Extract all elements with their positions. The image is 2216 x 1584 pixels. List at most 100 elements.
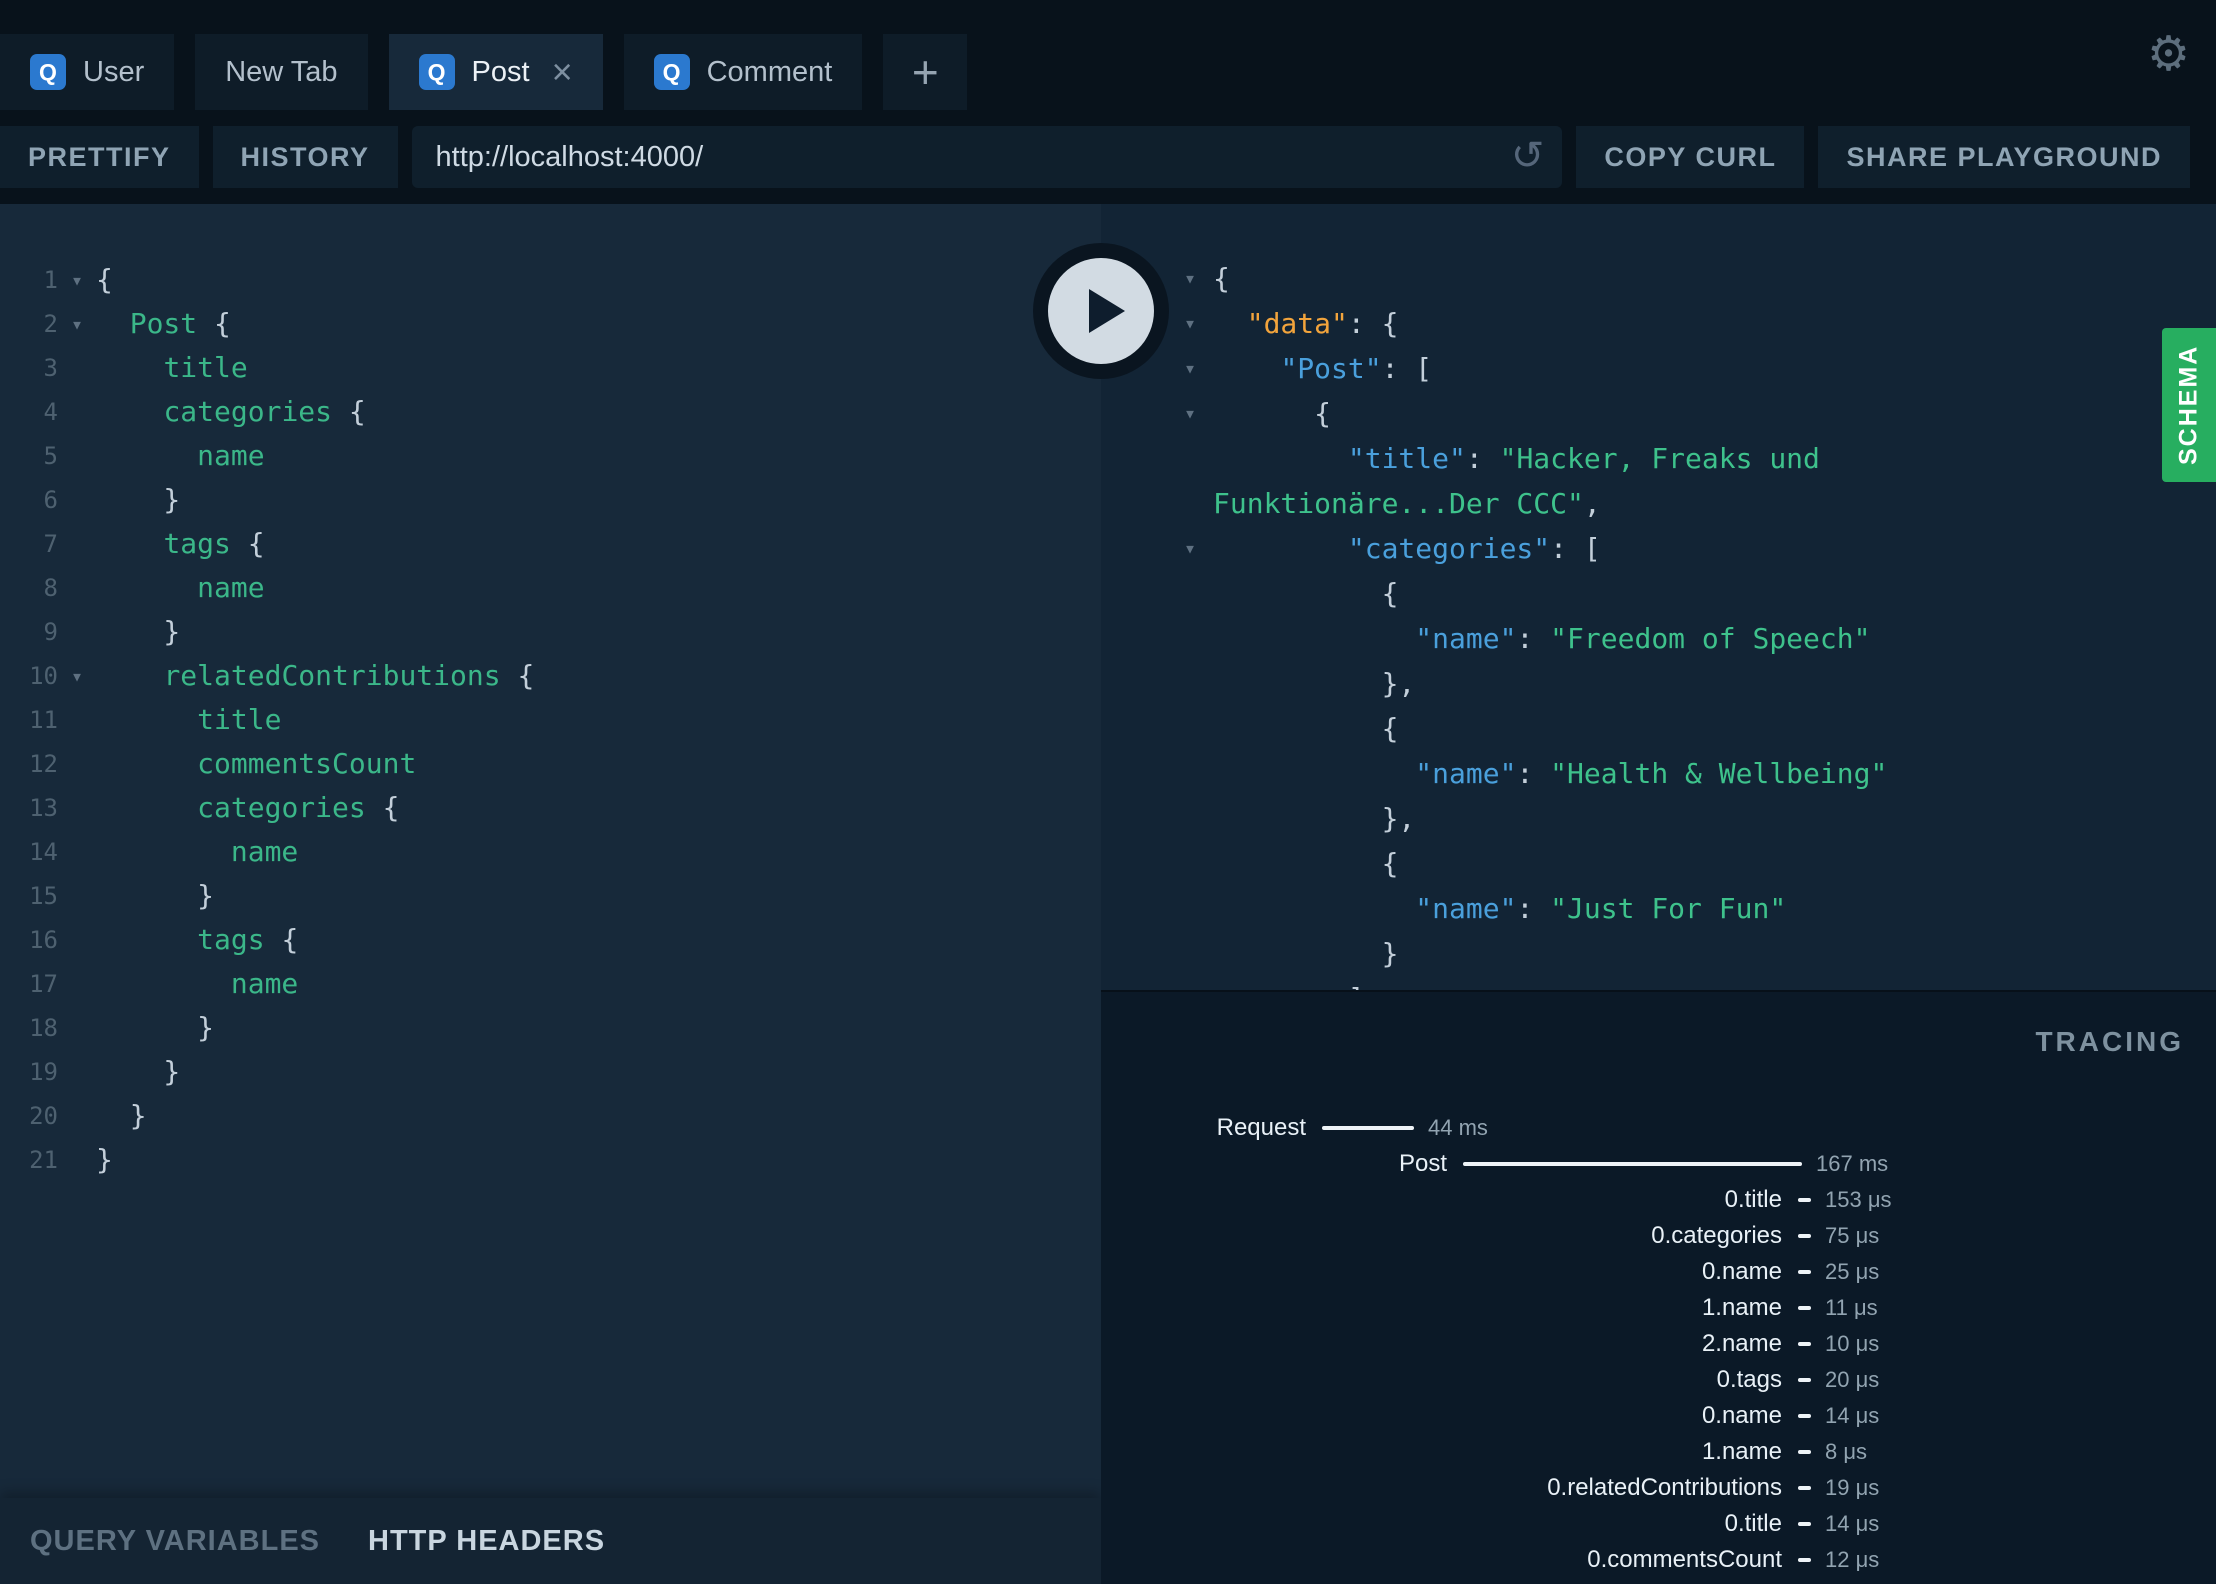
fold-arrow-icon[interactable]: ▾ [58, 654, 96, 698]
response-line: ▾{ [1101, 256, 2216, 301]
trace-row: 0.commentsCount 12 μs [1101, 1542, 2216, 1578]
response-line: "title": "Hacker, Freaks und [1101, 436, 2216, 481]
fold-arrow-icon[interactable]: ▾ [1167, 526, 1213, 571]
query-code-text: } [96, 1011, 215, 1044]
fold-arrow-icon [1167, 886, 1213, 931]
response-line: { [1101, 571, 2216, 616]
line-number: 7 [43, 530, 58, 558]
trace-label: 1.name [1701, 1294, 1782, 1321]
tab-label: User [83, 55, 145, 88]
fold-arrow-icon[interactable]: ▾ [58, 258, 96, 302]
response-pane: ▾{▾ "data": {▾ "Post": [▾ { "title": "Ha… [1101, 204, 2216, 990]
fold-arrow-icon [1167, 436, 1213, 481]
line-number: 15 [29, 882, 58, 910]
query-code-text: relatedContributions { [163, 659, 535, 692]
tab-comment[interactable]: Q Comment [623, 34, 863, 110]
trace-row: Post 167 ms [1101, 1146, 2216, 1182]
endpoint-url-input[interactable] [411, 126, 1563, 188]
response-code-text: "Post": [ [1280, 352, 1433, 385]
response-line: ▾ { [1101, 391, 2216, 436]
line-number: 20 [29, 1102, 58, 1130]
schema-side-tab[interactable]: SCHEMA [2162, 328, 2216, 482]
query-editor[interactable]: 1 ▾{2 ▾ Post {3 title 4 categories {5 name 6… [0, 204, 1101, 1498]
trace-time: 10 μs [1825, 1331, 1880, 1356]
query-code-text: Post { [129, 307, 231, 340]
play-button-circle [1048, 258, 1154, 364]
query-code-text: { [96, 263, 113, 296]
fold-arrow-icon [58, 610, 96, 654]
play-icon [1089, 289, 1125, 333]
trace-time: 14 μs [1825, 1403, 1880, 1428]
tab-new-tab[interactable]: New Tab [195, 34, 368, 110]
query-line: 8 name [0, 566, 1101, 610]
trace-label: Request [1216, 1114, 1306, 1141]
response-code-text: Funktionäre...Der CCC", [1213, 487, 1601, 520]
query-badge-icon: Q [418, 54, 455, 90]
fold-arrow-icon[interactable]: ▾ [1167, 256, 1213, 301]
response-code-text: "name": "Health & Wellbeing" [1415, 757, 1888, 790]
response-code-text: }, [1213, 667, 1416, 700]
line-number: 18 [29, 1014, 58, 1042]
fold-arrow-icon [58, 874, 96, 918]
tab-user[interactable]: Q User [0, 34, 175, 110]
fold-arrow-icon [1167, 571, 1213, 616]
right-pane: ▾{▾ "data": {▾ "Post": [▾ { "title": "Ha… [1101, 204, 2216, 1584]
trace-time: 8 μs [1825, 1439, 1868, 1464]
trace-label: 0.name [1701, 1402, 1782, 1429]
fold-arrow-icon[interactable]: ▾ [1167, 301, 1213, 346]
tab-close-icon[interactable]: × [552, 54, 573, 90]
response-line: }, [1101, 796, 2216, 841]
trace-label: 0.relatedContributions [1547, 1474, 1782, 1501]
copy-curl-button[interactable]: COPY CURL [1576, 126, 1805, 188]
response-line: ▾ "Post": [ [1101, 346, 2216, 391]
query-code-text: categories { [163, 395, 366, 428]
add-tab-button[interactable]: + [883, 34, 968, 110]
reload-icon[interactable]: ↺ [1511, 133, 1545, 179]
query-variables-tab[interactable]: QUERY VARIABLES [30, 1525, 320, 1558]
fold-arrow-icon[interactable]: ▾ [1167, 346, 1213, 391]
trace-duration-bar [1798, 1198, 1811, 1202]
history-button[interactable]: HISTORY [212, 126, 398, 188]
fold-arrow-icon[interactable]: ▾ [1167, 391, 1213, 436]
trace-row: 0.relatedContributions 19 μs [1101, 1470, 2216, 1506]
query-line: 16 tags { [0, 918, 1101, 962]
query-line: 7 tags { [0, 522, 1101, 566]
line-number: 1 [43, 266, 58, 294]
http-headers-tab[interactable]: HTTP HEADERS [368, 1525, 605, 1558]
query-code-text: categories { [197, 791, 400, 824]
trace-duration-bar [1798, 1306, 1811, 1310]
response-code-text: "name": "Freedom of Speech" [1415, 622, 1871, 655]
query-code-text: name [230, 835, 299, 868]
query-code-text: name [230, 967, 299, 1000]
query-line: 1 ▾{ [0, 258, 1101, 302]
query-line: 18 } [0, 1006, 1101, 1050]
query-line: 9 } [0, 610, 1101, 654]
share-playground-button[interactable]: SHARE PLAYGROUND [1818, 126, 2190, 188]
line-number: 19 [29, 1058, 58, 1086]
fold-arrow-icon [1167, 616, 1213, 661]
tab-post[interactable]: Q Post × [388, 34, 603, 110]
response-line: "name": "Freedom of Speech" [1101, 616, 2216, 661]
response-code-text: { [1213, 577, 1399, 610]
settings-gear-icon[interactable]: ⚙ [2147, 30, 2190, 78]
query-code-text: commentsCount [197, 747, 417, 780]
trace-time: 44 ms [1428, 1115, 1488, 1140]
trace-duration-bar [1798, 1414, 1811, 1418]
trace-row: 0.title 153 μs [1101, 1182, 2216, 1218]
trace-time: 20 μs [1825, 1367, 1880, 1392]
line-number: 6 [43, 486, 58, 514]
prettify-button[interactable]: PRETTIFY [0, 126, 199, 188]
fold-arrow-icon [58, 1006, 96, 1050]
line-number: 16 [29, 926, 58, 954]
query-line: 4 categories { [0, 390, 1101, 434]
execute-query-button[interactable] [1033, 243, 1169, 379]
query-code-text: } [96, 615, 181, 648]
fold-arrow-icon [58, 1138, 96, 1182]
query-code-text: name [197, 439, 265, 472]
trace-row: 1.name 8 μs [1101, 1434, 2216, 1470]
trace-label: 0.title [1724, 1186, 1782, 1213]
line-number: 11 [29, 706, 58, 734]
trace-duration-bar [1798, 1522, 1811, 1526]
trace-time: 25 μs [1825, 1259, 1880, 1284]
fold-arrow-icon[interactable]: ▾ [58, 302, 96, 346]
